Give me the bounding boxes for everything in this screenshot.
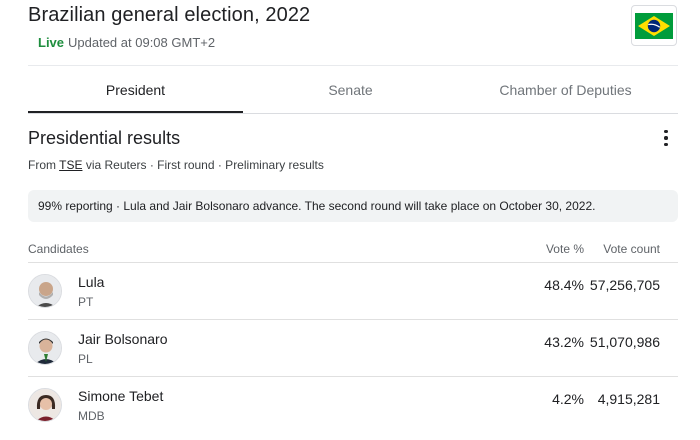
- brazil-flag-icon[interactable]: [631, 5, 677, 46]
- vote-percent: 4.2%: [552, 391, 584, 407]
- table-row[interactable]: Jair Bolsonaro PL 43.2% 51,070,986: [28, 319, 678, 376]
- more-options-icon[interactable]: [658, 128, 674, 148]
- column-vote-count: Vote count: [603, 242, 660, 256]
- tab-chamber-of-deputies[interactable]: Chamber of Deputies: [458, 66, 673, 114]
- column-candidates: Candidates: [28, 242, 89, 256]
- candidate-party: PL: [78, 352, 93, 366]
- candidate-avatar: [28, 331, 62, 365]
- candidate-avatar: [28, 388, 62, 422]
- vote-percent: 48.4%: [544, 277, 584, 293]
- notice-text: 99% reporting · Lula and Jair Bolsonaro …: [38, 199, 596, 213]
- section-title: Presidential results: [28, 128, 181, 148]
- table-row[interactable]: Lula PT 48.4% 57,256,705: [28, 262, 678, 319]
- candidate-name: Lula: [78, 274, 105, 290]
- tabs-bottom-divider: [28, 113, 678, 114]
- column-vote-pct: Vote %: [545, 242, 584, 256]
- candidate-avatar: [28, 274, 62, 308]
- vote-count: 51,070,986: [589, 334, 660, 350]
- updated-time: Updated at 09:08 GMT+2: [68, 35, 216, 50]
- tab-senate[interactable]: Senate: [243, 66, 458, 114]
- candidate-party: PT: [78, 295, 94, 309]
- vote-percent: 43.2%: [544, 334, 584, 350]
- vote-count: 57,256,705: [589, 277, 660, 293]
- vote-count: 4,915,281: [597, 391, 660, 407]
- source-suffix: via Reuters · First round · Preliminary …: [85, 158, 324, 172]
- source-link[interactable]: TSE: [59, 158, 82, 172]
- source-line: From TSE via Reuters · First round · Pre…: [28, 158, 324, 172]
- live-status: Live Updated at 09:08 GMT+2: [38, 35, 215, 50]
- candidate-name: Simone Tebet: [78, 388, 164, 404]
- table-row[interactable]: Simone Tebet MDB 4.2% 4,915,281: [28, 376, 678, 433]
- reporting-notice: 99% reporting · Lula and Jair Bolsonaro …: [28, 190, 678, 222]
- candidate-party: MDB: [78, 409, 105, 423]
- tab-bar: President Senate Chamber of Deputies: [28, 66, 678, 114]
- table-header: Candidates Vote % Vote count: [28, 240, 678, 262]
- page-title: Brazilian general election, 2022: [28, 4, 311, 26]
- tab-president[interactable]: President: [28, 66, 243, 114]
- source-prefix: From: [28, 158, 56, 172]
- live-badge: Live: [38, 35, 65, 50]
- candidate-name: Jair Bolsonaro: [78, 331, 168, 347]
